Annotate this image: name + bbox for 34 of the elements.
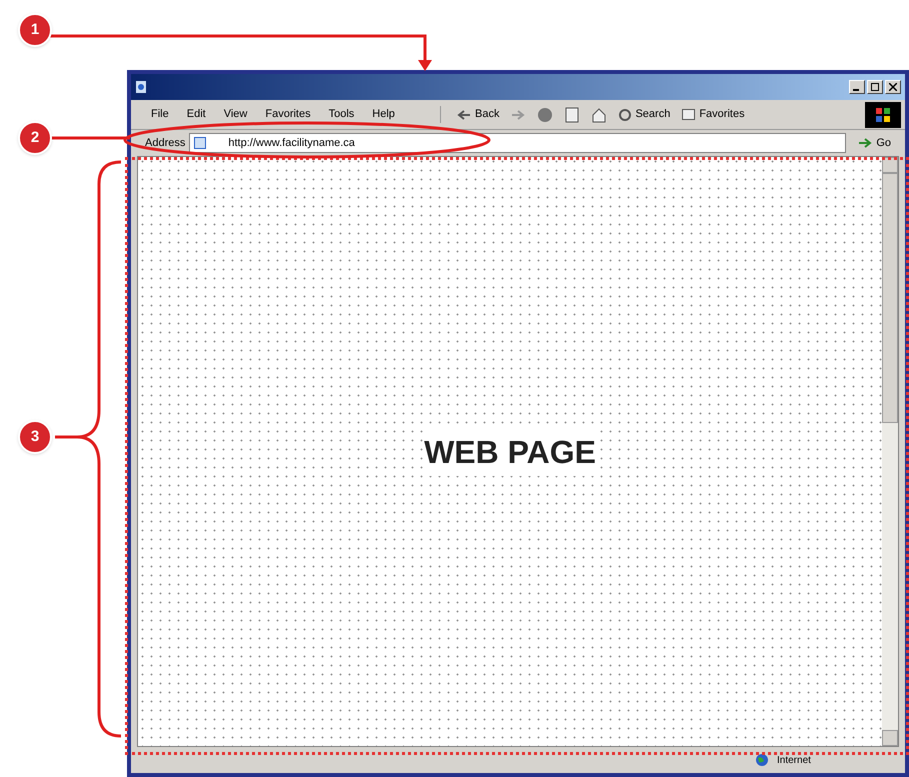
home-icon[interactable]	[591, 106, 608, 122]
refresh-icon[interactable]	[565, 106, 580, 122]
browser-logo	[865, 102, 901, 128]
search-button[interactable]: Search	[619, 106, 670, 123]
globe-icon	[755, 753, 769, 767]
url-text: http://www.facilityname.ca	[227, 136, 355, 151]
back-button[interactable]: Back	[457, 106, 500, 123]
callout-number: 2	[18, 121, 52, 155]
scroll-bar[interactable]	[882, 157, 898, 746]
address-field[interactable]: http://www.facilityname.ca	[189, 133, 846, 153]
menu-item[interactable]: Help	[372, 106, 395, 123]
menu-item[interactable]: Favorites	[265, 106, 311, 123]
menu-item[interactable]: Tools	[328, 106, 354, 123]
browser-icon	[135, 80, 147, 94]
go-button[interactable]: Go	[858, 134, 891, 152]
menu-item[interactable]: Edit	[186, 106, 206, 123]
stop-icon[interactable]	[537, 106, 554, 122]
menu-item[interactable]: View	[224, 106, 248, 123]
zone-label: Internet	[777, 754, 812, 768]
maximize-icon	[871, 83, 879, 91]
favorites-button[interactable]: Favorites	[682, 106, 745, 123]
search-icon	[619, 108, 632, 120]
close-button[interactable]	[885, 80, 901, 94]
minimize-button[interactable]	[849, 80, 865, 94]
back-arrow-icon	[457, 110, 471, 120]
close-icon	[889, 83, 897, 91]
maximize-button[interactable]	[867, 80, 883, 94]
menu-item[interactable]: File	[151, 106, 169, 123]
page-icon	[194, 137, 206, 149]
folder-icon	[682, 109, 696, 120]
callout-number: 3	[18, 420, 52, 454]
address-label: Address	[145, 136, 186, 151]
go-arrow-icon	[858, 138, 872, 148]
callout-number: 1	[18, 13, 52, 47]
